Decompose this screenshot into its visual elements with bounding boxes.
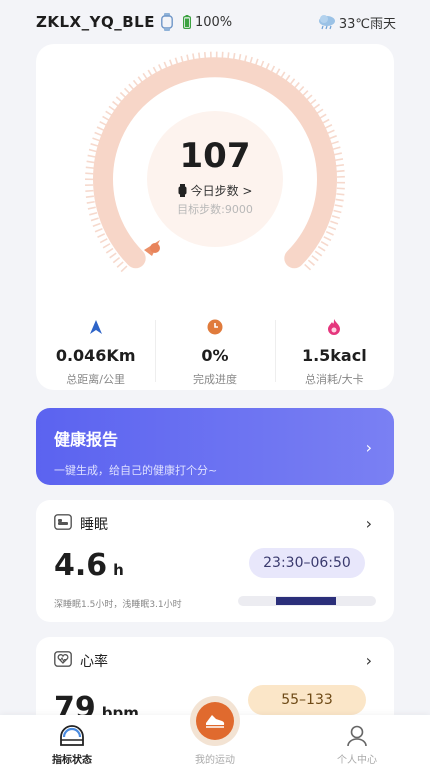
stat-label: 完成进度 xyxy=(192,373,237,386)
stat-calories: 1.5kacl 总消耗/大卡 xyxy=(274,316,394,386)
report-title: 健康报告 xyxy=(54,430,119,449)
stat-progress: 0% 完成进度 xyxy=(155,316,274,386)
heart-title: 心率 xyxy=(80,654,108,670)
goal-steps: 目标步数:9000 xyxy=(177,203,253,216)
bed-icon xyxy=(54,514,72,534)
deep-sleep-segment xyxy=(276,597,336,605)
chevron-right-icon: › xyxy=(365,651,372,670)
flame-icon xyxy=(275,318,394,336)
battery-icon xyxy=(182,15,191,29)
sleep-header: 睡眠 xyxy=(54,514,108,534)
stat-value: 0% xyxy=(201,346,229,365)
battery-level: 100% xyxy=(194,14,233,30)
clock-icon xyxy=(155,318,274,336)
today-steps-link[interactable]: 今日步数 > xyxy=(36,182,394,199)
status-bar: ZKLX_YQ_BLE 100% 33℃雨天 xyxy=(0,0,430,44)
my-sport-button[interactable] xyxy=(190,696,240,746)
stat-label: 总距离/公里 xyxy=(66,373,126,386)
sleep-time-range: 23:30–06:50 xyxy=(249,548,365,578)
heart-rate-range: 55–133 xyxy=(248,685,366,715)
report-subtitle: 一键生成，给自己的健康打个分~ xyxy=(54,464,218,477)
navigation-arrow-icon xyxy=(36,318,155,336)
chevron-right-icon: › xyxy=(365,438,372,457)
tab-label: 个人中心 xyxy=(337,755,377,765)
sleep-detail: 深睡眠1.5小时，浅睡眠3.1小时 xyxy=(54,600,182,610)
stat-value: 1.5kacl xyxy=(301,346,367,365)
watch-icon xyxy=(161,13,173,31)
weather-text: 33℃雨天 xyxy=(338,16,396,32)
tab-health-index[interactable]: 指标状态 xyxy=(22,715,122,765)
sleep-bar xyxy=(238,596,376,606)
chevron-right-icon: › xyxy=(365,514,372,533)
heart-rate-icon xyxy=(54,651,72,671)
heart-header: 心率 xyxy=(54,651,108,671)
sleep-duration: 4.6 h xyxy=(54,548,124,583)
watch-small-icon xyxy=(178,184,187,197)
tab-label: 指标状态 xyxy=(52,755,92,765)
stat-label: 总消耗/大卡 xyxy=(304,373,364,386)
stat-value: 0.046Km xyxy=(55,346,136,365)
running-shoe-icon xyxy=(196,702,234,740)
device-name: ZKLX_YQ_BLE xyxy=(36,13,155,31)
steps-card[interactable]: 107 今日步数 > 目标步数:9000 0.046Km 总距离/公里 0% 完… xyxy=(36,44,394,390)
step-count: 107 xyxy=(179,136,251,176)
sleep-unit: h xyxy=(113,561,124,579)
stats-row: 0.046Km 总距离/公里 0% 完成进度 1.5kacl 总消耗/大卡 xyxy=(36,316,394,386)
tab-label: 我的运动 xyxy=(195,755,235,765)
today-steps-label: 今日步数 > xyxy=(190,184,253,198)
weather: 33℃雨天 xyxy=(318,13,396,32)
sleep-card[interactable]: 睡眠 › 4.6 h 深睡眠1.5小时，浅睡眠3.1小时 23:30–06:50 xyxy=(36,500,394,622)
health-index-icon xyxy=(22,721,122,747)
health-report-banner[interactable]: 健康报告 一键生成，给自己的健康打个分~ › xyxy=(36,408,394,485)
person-icon xyxy=(307,721,407,747)
rain-cloud-icon xyxy=(318,14,336,30)
stat-distance: 0.046Km 总距离/公里 xyxy=(36,316,155,386)
tab-profile[interactable]: 个人中心 xyxy=(307,715,407,765)
sleep-value: 4.6 xyxy=(54,548,108,583)
sleep-title: 睡眠 xyxy=(80,517,108,533)
